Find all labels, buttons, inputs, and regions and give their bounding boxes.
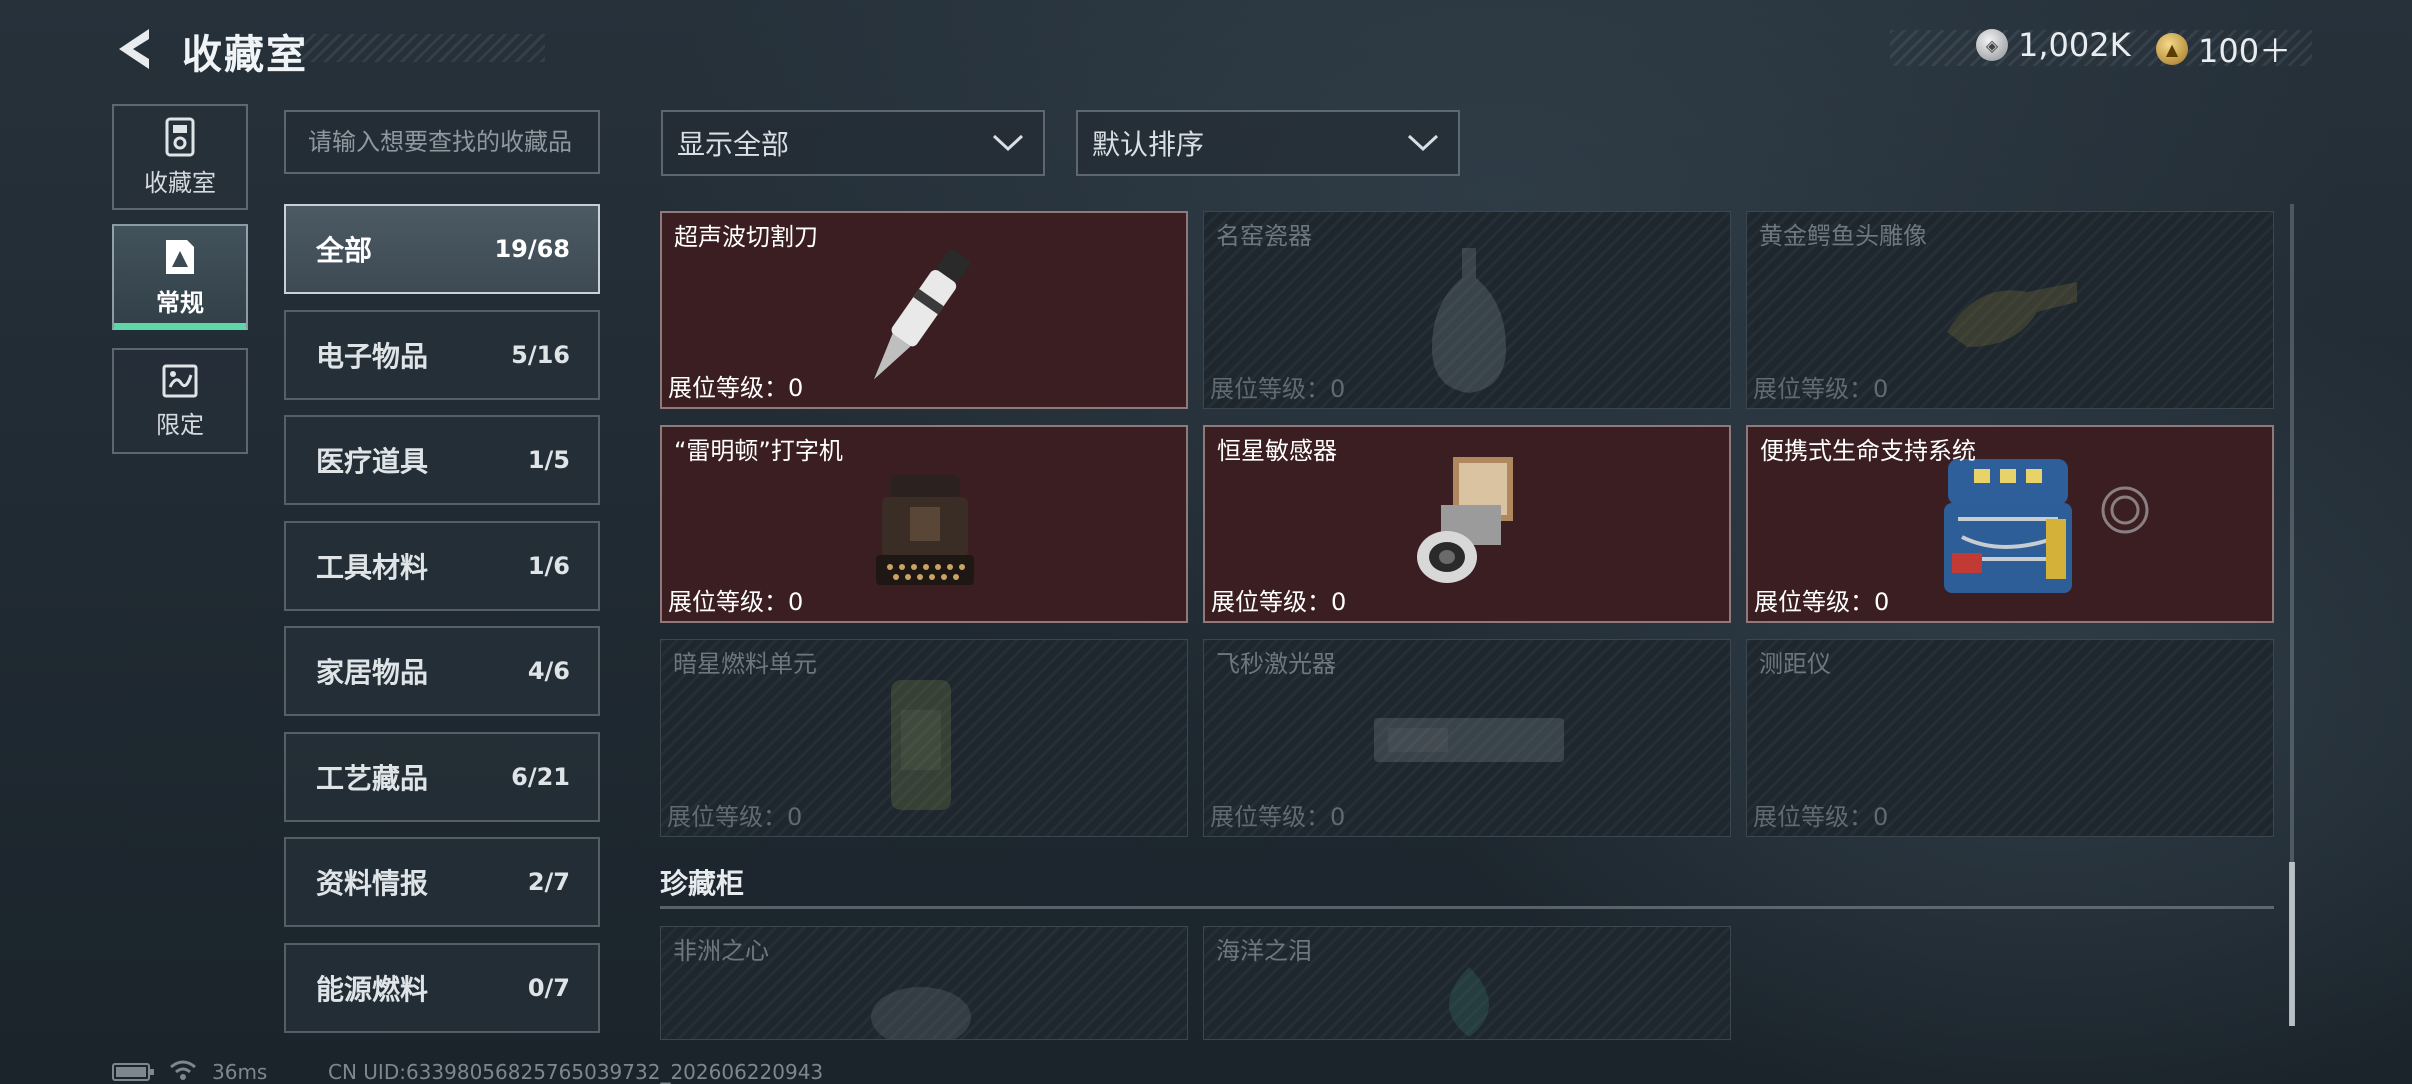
item-level: 展位等级：0 xyxy=(668,588,804,616)
item-name: 测距仪 xyxy=(1759,650,1831,678)
item-name: 恒星敏感器 xyxy=(1217,437,1337,465)
title-decoration xyxy=(300,34,545,62)
filter-dropdown[interactable]: 显示全部 xyxy=(661,110,1045,176)
rail-label: 收藏室 xyxy=(144,168,216,197)
limited-card-icon xyxy=(162,364,198,397)
gold-currency: ▲ 100＋ xyxy=(2156,26,2291,72)
typewriter-icon xyxy=(876,475,974,585)
target-ring-icon xyxy=(2101,486,2149,534)
collection-room-icon xyxy=(165,117,195,156)
rail-label: 常规 xyxy=(156,288,204,317)
back-button[interactable] xyxy=(108,24,158,74)
category-all[interactable]: 全部 19/68 xyxy=(284,204,600,294)
silver-currency-value: 1,002K xyxy=(2018,26,2131,64)
femtosecond-laser-icon xyxy=(1374,718,1564,762)
category-intel[interactable]: 资料情报 2/7 xyxy=(284,837,600,927)
page-title: 收藏室 xyxy=(182,32,308,78)
life-support-system-icon xyxy=(1944,459,2072,593)
fuel-cell-icon xyxy=(891,680,951,810)
ultrasonic-cutter-icon xyxy=(873,249,971,380)
item-level: 展位等级：0 xyxy=(668,374,804,402)
category-count: 1/5 xyxy=(527,446,570,474)
item-name: “雷明顿”打字机 xyxy=(674,437,843,465)
tear-of-ocean-icon xyxy=(1449,967,1489,1037)
category-crafts[interactable]: 工艺藏品 6/21 xyxy=(284,732,600,822)
porcelain-vase-icon xyxy=(1432,248,1506,393)
section-title-treasure-cabinet: 珍藏柜 xyxy=(660,867,745,900)
gold-coin-icon: ▲ xyxy=(2156,33,2188,65)
item-card[interactable]: 名窑瓷器 展位等级：0 xyxy=(1203,211,1731,409)
category-energy[interactable]: 能源燃料 0/7 xyxy=(284,943,600,1033)
category-electronics[interactable]: 电子物品 5/16 xyxy=(284,310,600,400)
sort-dropdown[interactable]: 默认排序 xyxy=(1076,110,1460,176)
chevron-down-icon xyxy=(1407,134,1439,152)
item-level: 展位等级：0 xyxy=(1211,588,1347,616)
item-card[interactable]: “雷明顿”打字机 展位等级：0 xyxy=(660,425,1188,623)
crocodile-statue-icon xyxy=(1947,282,2077,347)
filter-dropdown-value: 显示全部 xyxy=(677,128,790,161)
item-card[interactable]: 暗星燃料单元 展位等级：0 xyxy=(660,639,1188,837)
item-name: 黄金鳄鱼头雕像 xyxy=(1759,222,1927,250)
item-card[interactable]: 测距仪 展位等级：0 xyxy=(1746,639,2274,837)
item-name: 飞秒激光器 xyxy=(1216,650,1336,678)
gold-currency-value: 100＋ xyxy=(2198,32,2292,70)
rail-tab-collection-room[interactable]: 收藏室 xyxy=(112,104,248,210)
item-level: 展位等级：0 xyxy=(1210,375,1346,403)
category-household[interactable]: 家居物品 4/6 xyxy=(284,626,600,716)
regular-card-icon xyxy=(166,239,194,274)
chevron-left-icon xyxy=(119,29,149,69)
rail-tab-limited[interactable]: 限定 xyxy=(112,348,248,454)
category-count: 1/6 xyxy=(527,552,570,580)
item-name: 便携式生命支持系统 xyxy=(1760,437,1976,465)
item-level: 展位等级：0 xyxy=(1754,588,1890,616)
category-name: 能源燃料 xyxy=(316,973,429,1006)
item-name: 超声波切割刀 xyxy=(674,223,818,251)
item-level: 展位等级：0 xyxy=(667,803,803,831)
silver-currency: ◈ 1,002K xyxy=(1976,26,2131,64)
category-name: 电子物品 xyxy=(316,340,429,373)
item-card[interactable]: 便携式生命支持系统 展位等级：0 xyxy=(1746,425,2274,623)
heart-of-africa-icon xyxy=(871,987,971,1039)
star-sensor-icon xyxy=(1417,457,1513,583)
item-card[interactable]: 超声波切割刀 展位等级：0 xyxy=(660,211,1188,409)
rail-tab-regular[interactable]: 常规 xyxy=(112,224,248,330)
uid-text: CN UID:63398056825765039732_202606220943 xyxy=(328,1060,824,1084)
item-card[interactable]: 黄金鳄鱼头雕像 展位等级：0 xyxy=(1746,211,2274,409)
category-name: 工艺藏品 xyxy=(316,762,429,795)
category-name: 医疗道具 xyxy=(316,445,429,478)
rail-label: 限定 xyxy=(156,410,204,439)
treasure-item-card[interactable]: 海洋之泪 xyxy=(1203,926,1731,1040)
category-count: 2/7 xyxy=(527,868,570,896)
category-count: 0/7 xyxy=(527,974,570,1002)
scrollbar-thumb[interactable] xyxy=(2289,862,2295,1026)
ping-text: 36ms xyxy=(212,1060,268,1084)
item-level: 展位等级：0 xyxy=(1753,803,1889,831)
item-name: 非洲之心 xyxy=(673,937,769,965)
category-name: 资料情报 xyxy=(316,867,429,900)
item-name: 海洋之泪 xyxy=(1216,937,1312,965)
category-name: 全部 xyxy=(316,234,373,267)
category-count: 19/68 xyxy=(494,235,570,263)
item-name: 名窑瓷器 xyxy=(1216,222,1312,250)
item-card[interactable]: 恒星敏感器 展位等级：0 xyxy=(1203,425,1731,623)
category-name: 家居物品 xyxy=(316,656,429,689)
category-count: 4/6 xyxy=(527,657,570,685)
category-name: 工具材料 xyxy=(316,551,429,584)
sort-dropdown-value: 默认排序 xyxy=(1092,128,1205,161)
category-count: 5/16 xyxy=(511,341,570,369)
item-card[interactable]: 飞秒激光器 展位等级：0 xyxy=(1203,639,1731,837)
item-name: 暗星燃料单元 xyxy=(673,650,817,678)
chevron-down-icon xyxy=(992,134,1024,152)
section-divider xyxy=(660,906,2274,909)
category-tools[interactable]: 工具材料 1/6 xyxy=(284,521,600,611)
search-input[interactable] xyxy=(284,110,600,174)
category-medical[interactable]: 医疗道具 1/5 xyxy=(284,415,600,505)
wifi-icon xyxy=(170,1060,196,1080)
category-count: 6/21 xyxy=(511,763,570,791)
silver-coin-icon: ◈ xyxy=(1976,29,2008,61)
item-level: 展位等级：0 xyxy=(1210,803,1346,831)
treasure-item-card[interactable]: 非洲之心 xyxy=(660,926,1188,1040)
item-level: 展位等级：0 xyxy=(1753,375,1889,403)
battery-icon xyxy=(112,1063,154,1081)
